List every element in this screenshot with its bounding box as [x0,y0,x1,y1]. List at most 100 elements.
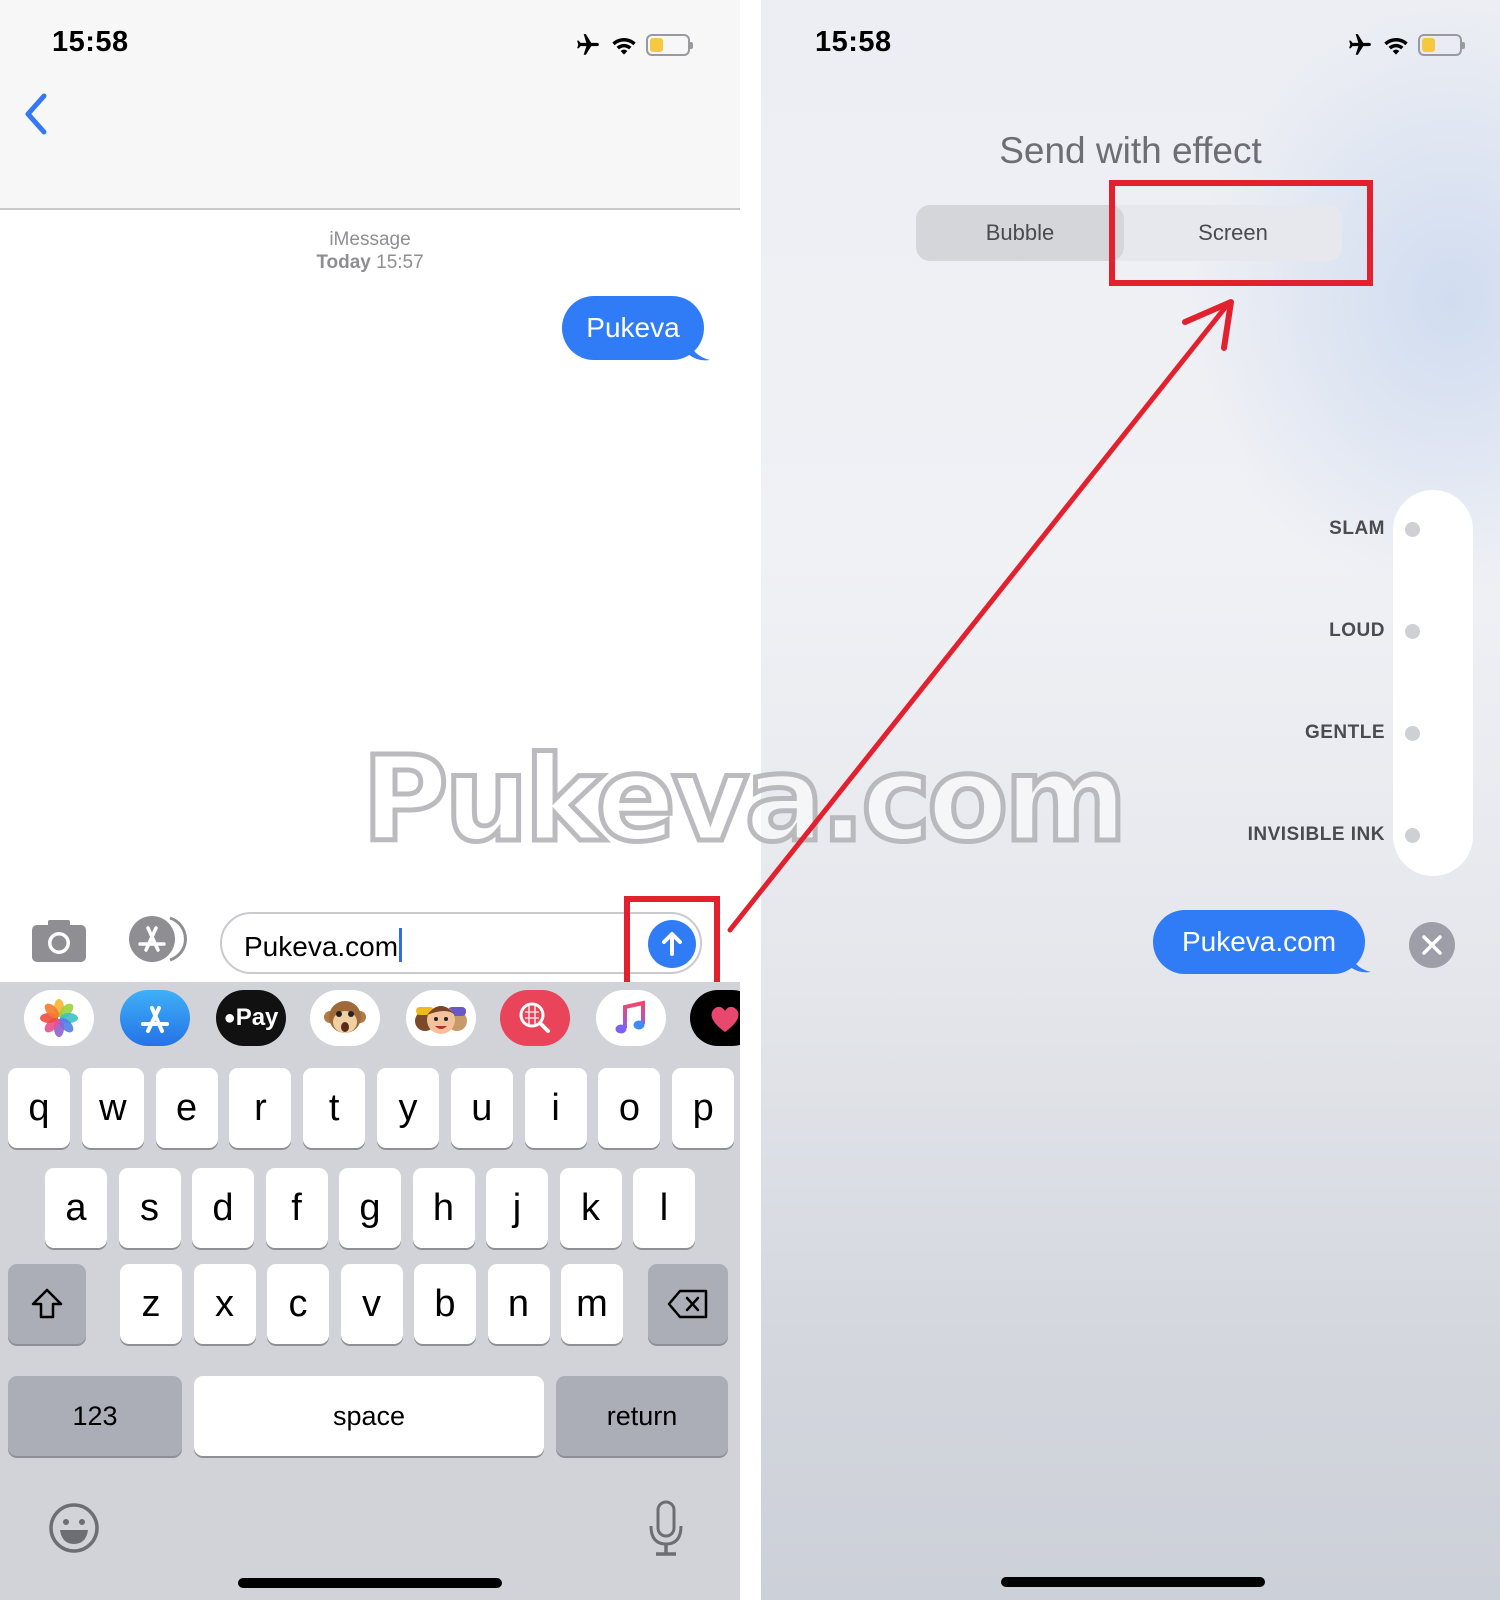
wifi-icon [612,38,636,55]
key-d[interactable]: d [192,1168,254,1248]
send-with-effect-screen: 15:58 Send with effect Bubble Screen SLA… [761,0,1500,1600]
key-s[interactable]: s [118,1168,181,1248]
numbers-key[interactable]: 123 [8,1376,182,1456]
messages-screen: 15:58 iMessage Today 15:57 Pukeva Pukeva… [0,0,740,1600]
key-j[interactable]: j [486,1168,548,1248]
battery-icon [646,34,693,56]
key-l[interactable]: l [633,1168,695,1248]
apple-logo-icon: ● [223,1006,236,1029]
send-button[interactable] [648,920,696,968]
status-icons [1346,30,1465,60]
shift-icon [31,1288,63,1319]
message-input-value: Pukeva.com [244,928,403,963]
effect-label: LOUD [1329,620,1385,641]
bubble-tail [1349,950,1371,973]
key-x[interactable]: x [193,1264,256,1344]
effect-title: Send with effect [999,130,1262,171]
key-m[interactable]: m [561,1264,623,1344]
bubble-tail [688,338,710,361]
key-t[interactable]: t [303,1068,366,1148]
effect-label: GENTLE [1304,722,1385,743]
timestamp-day: Today [316,252,371,273]
key-c[interactable]: c [267,1264,329,1344]
delete-icon [667,1289,708,1319]
conversation-service-label: iMessage [329,229,411,250]
key-k[interactable]: k [559,1168,622,1248]
key-g[interactable]: g [339,1168,401,1248]
camera-button[interactable] [30,918,88,964]
microphone-button[interactable] [648,1500,684,1558]
key-n[interactable]: n [487,1264,550,1344]
apple-pay-app[interactable]: ● Pay [216,990,286,1046]
delete-key[interactable] [648,1264,728,1344]
key-q[interactable]: q [8,1068,70,1148]
globe-search-icon [519,1002,550,1033]
message-bubble-outgoing[interactable]: Pukeva [562,296,704,360]
home-indicator[interactable] [238,1578,502,1588]
tab-bubble[interactable]: Bubble [916,205,1124,261]
effect-radio[interactable] [1405,828,1420,843]
key-z[interactable]: z [120,1264,182,1344]
conversation-timestamp: Today 15:57 [0,251,740,274]
effect-option-slam[interactable]: SLAM [1061,510,1481,550]
music-note-icon [615,1000,645,1034]
effect-option-loud[interactable]: LOUD [1061,612,1481,652]
message-input[interactable]: Pukeva.com [220,912,702,974]
status-icons [574,30,693,60]
close-icon [1422,935,1442,955]
return-key[interactable]: return [556,1376,728,1456]
airplane-icon [577,34,599,55]
status-time: 15:58 [52,26,129,58]
cancel-effect-button[interactable] [1409,922,1455,968]
arrow-up-icon [662,932,682,956]
preview-message-bubble: Pukeva.com [1153,910,1365,974]
photos-app[interactable] [24,990,94,1046]
space-key[interactable]: space [194,1376,544,1456]
status-time: 15:58 [815,26,892,58]
key-p[interactable]: p [672,1068,735,1148]
key-r[interactable]: r [229,1068,292,1148]
shift-key[interactable] [8,1264,86,1344]
key-i[interactable]: i [524,1068,587,1148]
back-button[interactable] [18,92,58,136]
key-y[interactable]: y [377,1068,439,1148]
tab-screen[interactable]: Screen [1124,205,1342,261]
app-drawer: ● Pay [0,982,740,1057]
battery-icon [1418,34,1465,56]
key-v[interactable]: v [340,1264,403,1344]
effect-radio[interactable] [1405,624,1420,639]
effect-radio[interactable] [1405,726,1420,741]
app-store-icon [141,1006,169,1033]
airplane-icon [1349,34,1371,55]
heart-icon [711,1006,739,1032]
effect-option-invisible-ink[interactable]: INVISIBLE INK [1061,816,1481,856]
memoji-app[interactable] [406,990,476,1046]
music-app[interactable] [596,990,666,1046]
timestamp-time: 15:57 [376,252,424,273]
effect-type-tabs: Bubble Screen [916,205,1342,261]
animoji-app[interactable] [310,990,380,1046]
key-f[interactable]: f [265,1168,328,1248]
effect-label: SLAM [1329,518,1385,539]
key-w[interactable]: w [81,1068,144,1148]
emoji-button[interactable] [48,1502,100,1554]
key-o[interactable]: o [598,1068,661,1148]
app-store-app[interactable] [120,990,190,1046]
wifi-icon [1384,38,1408,55]
key-u[interactable]: u [450,1068,513,1148]
monkey-icon [324,1001,366,1033]
memoji-icon [415,1006,467,1034]
photos-icon [40,999,78,1037]
effect-radio[interactable] [1405,522,1420,537]
effect-option-gentle[interactable]: GENTLE [1061,714,1481,754]
home-indicator[interactable] [1001,1577,1265,1587]
digital-touch-app[interactable] [690,990,740,1046]
effect-label: INVISIBLE INK [1247,824,1385,845]
app-store-button[interactable] [124,914,188,964]
image-search-app[interactable] [500,990,570,1046]
key-h[interactable]: h [412,1168,475,1248]
text-cursor [399,928,403,962]
key-a[interactable]: a [45,1168,107,1248]
key-e[interactable]: e [155,1068,218,1148]
key-b[interactable]: b [414,1264,476,1344]
